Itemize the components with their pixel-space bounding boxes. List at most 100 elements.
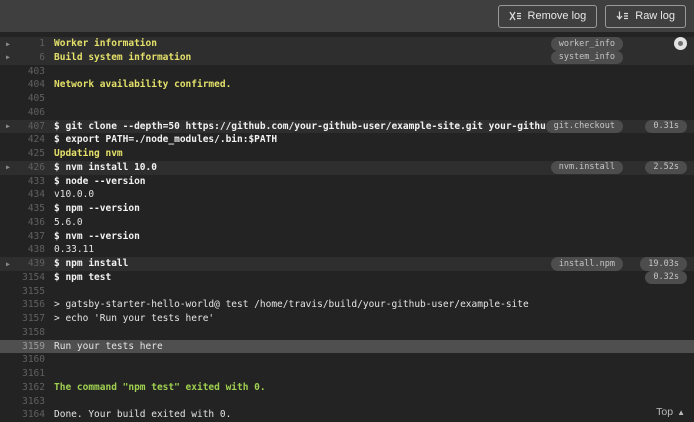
log-line: 3163 <box>0 395 694 409</box>
log-line: 3156 > gatsby-starter-hello-world@ test /… <box>0 298 694 312</box>
remove-log-button[interactable]: Remove log <box>497 4 598 28</box>
log-line: 405 <box>0 92 694 106</box>
duration-badge: 2.52s <box>645 160 687 175</box>
line-number[interactable]: 3164 <box>16 408 54 422</box>
raw-log-label: Raw log <box>635 9 675 22</box>
log-line: 424 $ export PATH=./node_modules/.bin:$PA… <box>0 133 694 147</box>
log-line: 436 5.6.0 <box>0 216 694 230</box>
line-number[interactable]: 433 <box>16 175 54 189</box>
log-line: ▶ 6 Build system information system_info <box>0 50 694 65</box>
line-number[interactable]: 438 <box>16 243 54 257</box>
duration-badge: 19.03s <box>640 257 687 271</box>
line-number[interactable]: 1 <box>16 37 54 51</box>
log-line: 3161 <box>0 367 694 381</box>
line-number[interactable]: 437 <box>16 230 54 244</box>
log-line: 403 <box>0 65 694 79</box>
log-lines: ▶ 1 Worker information worker_info ▶ 6 Build s… <box>0 37 694 422</box>
log-text: 5.6.0 <box>54 216 83 228</box>
line-number[interactable]: 3154 <box>16 271 54 285</box>
fold-tag-badge: git.checkout <box>545 119 623 134</box>
line-number[interactable]: 3162 <box>16 381 54 395</box>
log-text: The command "npm test" exited with 0. <box>54 381 266 393</box>
log-line: 3164 Done. Your build exited with 0. <box>0 408 694 422</box>
log-line: ▶ 1 Worker information worker_info <box>0 37 694 51</box>
fold-toggle-icon[interactable]: ▶ <box>6 51 10 65</box>
fold-tag-badge: worker_info <box>550 37 623 51</box>
line-number[interactable]: 436 <box>16 216 54 230</box>
line-number[interactable]: 3163 <box>16 395 54 409</box>
log-text: $ git clone --depth=50 https://github.co… <box>54 120 546 132</box>
line-number[interactable]: 439 <box>16 257 54 271</box>
raw-log-icon <box>616 11 629 21</box>
fold-tag-badge: install.npm <box>550 257 623 271</box>
log-text: > gatsby-starter-hello-world@ test /home… <box>54 299 529 311</box>
line-number[interactable]: 3159 <box>16 340 54 354</box>
line-number[interactable]: 403 <box>16 65 54 79</box>
log-text: $ npm --version <box>54 203 140 214</box>
fold-toggle-icon[interactable]: ▶ <box>6 258 10 272</box>
line-number[interactable]: 3160 <box>16 353 54 367</box>
line-number[interactable]: 406 <box>16 106 54 120</box>
follow-log-toggle[interactable] <box>674 37 687 50</box>
log-line: 404 Network availability confirmed. <box>0 78 694 92</box>
line-number[interactable]: 405 <box>16 92 54 106</box>
log-line: 3157 > echo 'Run your tests here' <box>0 312 694 326</box>
log-text: $ node --version <box>54 175 146 187</box>
line-number[interactable]: 426 <box>16 161 54 175</box>
log-line: ▶ 439 $ npm install install.npm 19.03s <box>0 257 694 271</box>
duration-badge: 0.31s <box>645 119 687 134</box>
line-number[interactable]: 404 <box>16 78 54 92</box>
log-line: 437 $ nvm --version <box>0 230 694 244</box>
log-text: Worker information <box>54 38 157 49</box>
log-text: $ export PATH=./node_modules/.bin:$PATH <box>54 134 278 146</box>
badges: install.npm 19.03s <box>550 257 694 271</box>
log-text: $ npm install <box>54 258 129 269</box>
log-line: 3155 <box>0 285 694 299</box>
line-number[interactable]: 3155 <box>16 285 54 299</box>
log-text: Done. Your build exited with 0. <box>54 409 232 421</box>
line-number[interactable]: 424 <box>16 133 54 147</box>
line-number[interactable]: 434 <box>16 188 54 202</box>
log-line: 3158 <box>0 326 694 340</box>
log-text: 0.33.11 <box>54 244 95 256</box>
caret-up-icon: ▲ <box>677 407 685 417</box>
log-line: 438 0.33.11 <box>0 243 694 257</box>
raw-log-button[interactable]: Raw log <box>605 4 686 28</box>
log-text: Build system information <box>54 51 192 63</box>
line-number[interactable]: 407 <box>16 120 54 134</box>
fold-tag-badge: system_info <box>550 50 623 65</box>
fold-toggle-icon[interactable]: ▶ <box>6 38 10 52</box>
badges: nvm.install 2.52s <box>550 160 694 175</box>
log-text: Run your tests here <box>54 340 163 352</box>
fold-toggle-icon[interactable]: ▶ <box>6 120 10 134</box>
log-line: 434 v10.0.0 <box>0 188 694 202</box>
fold-toggle-icon[interactable]: ▶ <box>6 161 10 175</box>
log-text: $ nvm install 10.0 <box>54 161 157 173</box>
log-text: Network availability confirmed. <box>54 79 232 91</box>
line-number[interactable]: 435 <box>16 202 54 216</box>
line-number[interactable]: 425 <box>16 147 54 161</box>
build-log: ▶ 1 Worker information worker_info ▶ 6 Build s… <box>0 32 694 422</box>
log-line: 433 $ node --version <box>0 175 694 189</box>
line-number[interactable]: 6 <box>16 51 54 65</box>
log-line: 406 <box>0 106 694 120</box>
badges: git.checkout 0.31s <box>545 119 694 134</box>
line-number[interactable]: 3156 <box>16 298 54 312</box>
log-text: Updating nvm <box>54 148 123 159</box>
log-line: ▶ 426 $ nvm install 10.0 nvm.install 2.52s <box>0 160 694 175</box>
badges: system_info <box>550 50 694 65</box>
scroll-to-top-link[interactable]: Top ▲ <box>656 406 685 418</box>
log-text: > echo 'Run your tests here' <box>54 313 215 324</box>
line-number[interactable]: 3161 <box>16 367 54 381</box>
badges: 0.32s <box>635 270 694 285</box>
duration-badge: 0.32s <box>645 270 687 285</box>
log-line: 3162 The command "npm test" exited with 0… <box>0 381 694 395</box>
badges: worker_info <box>550 37 694 51</box>
log-text: v10.0.0 <box>54 189 95 201</box>
line-number[interactable]: 3157 <box>16 312 54 326</box>
log-line: 3154 $ npm test 0.32s <box>0 270 694 285</box>
line-number[interactable]: 3158 <box>16 326 54 340</box>
log-line: 3159 Run your tests here <box>0 339 694 354</box>
log-toolbar: Remove log Raw log <box>0 0 694 32</box>
log-text: $ nvm --version <box>54 230 140 242</box>
